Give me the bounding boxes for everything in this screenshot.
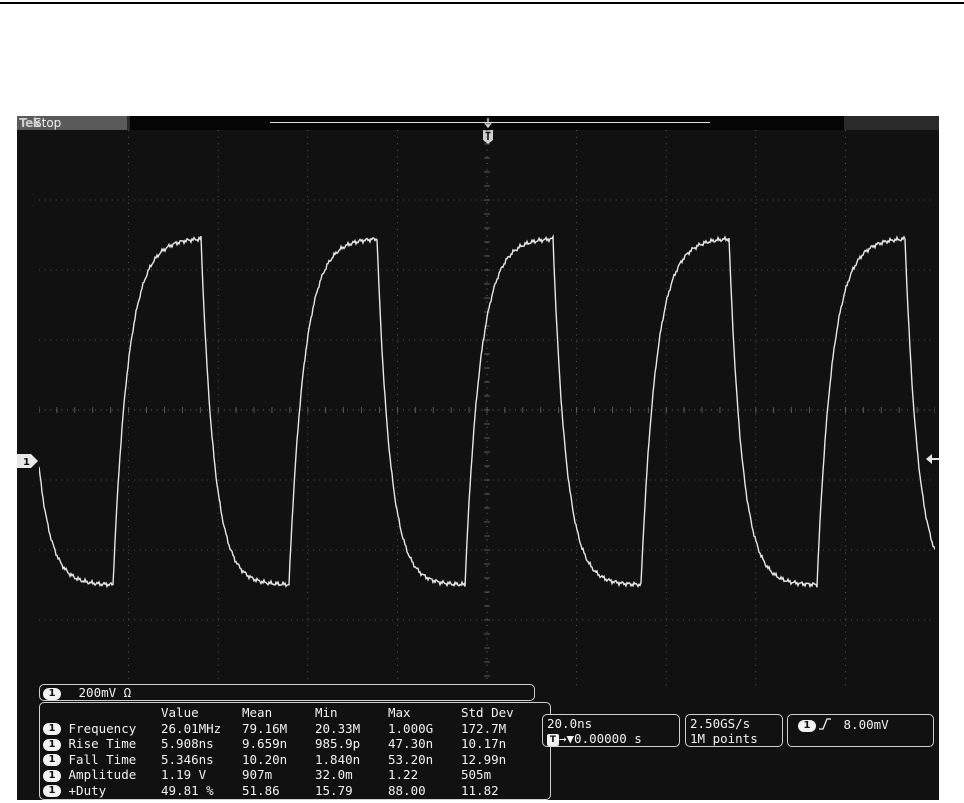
channel-1-badge: 1 <box>43 687 61 700</box>
measurement-label-cell: 1 Rise Time <box>43 736 161 752</box>
measurement-std-dev: 10.17n <box>461 736 507 752</box>
channel-1-badge: 1 <box>43 769 61 782</box>
channel-1-badge: 1 <box>43 738 61 751</box>
measurement-max: 1.000G <box>388 720 434 736</box>
header-max: Max <box>388 705 411 721</box>
horizontal-scale: 20.0ns <box>547 716 593 731</box>
measurement-name: Fall Time <box>68 751 137 767</box>
measurement-value: 5.346ns <box>161 751 214 767</box>
measurements-panel[interactable]: Value Mean Min Max Std Dev 1 Frequency 2… <box>39 702 551 800</box>
record-length: 1M points <box>690 731 758 746</box>
measurement-mean: 51.86 <box>242 782 280 798</box>
measurement-name: +Duty <box>68 782 107 798</box>
status-bar: Stop Tek <box>17 116 939 130</box>
header-mean: Mean <box>242 705 273 721</box>
measurement-min: 32.0m <box>315 767 353 783</box>
waveform-graticule <box>39 130 935 690</box>
measurement-mean: 907m <box>242 767 273 783</box>
trigger-readout[interactable]: 1 8.00mV <box>787 714 934 747</box>
horizontal-delay: →▼0.00000 s <box>559 731 642 746</box>
measurement-max: 1.22 <box>388 767 419 783</box>
graticule-grid <box>39 130 935 690</box>
measurement-label-cell: 1 Frequency <box>43 721 161 737</box>
page-top-rule <box>0 2 964 4</box>
svg-text:1: 1 <box>23 457 30 468</box>
measurement-row-positive-duty[interactable]: 1 +Duty 49.81 % 51.86 15.79 88.00 11.82 <box>43 783 533 799</box>
measurement-row-amplitude[interactable]: 1 Amplitude 1.19 V 907m 32.0m 1.22 505m <box>43 767 533 783</box>
trigger-level: 8.00mV <box>843 717 889 732</box>
measurement-value: 1.19 V <box>161 767 207 783</box>
acquisition-readout[interactable]: 2.50GS/s 1M points <box>685 714 783 747</box>
channel-1-ground-marker-icon[interactable]: 1 <box>17 454 39 468</box>
measurement-value: 5.908ns <box>161 736 214 752</box>
channel-1-scale-readout[interactable]: 1 200mV Ω <box>39 684 535 701</box>
measurement-value: 49.81 % <box>161 782 214 798</box>
measurement-max: 47.30n <box>388 736 434 752</box>
measurement-row-fall-time[interactable]: 1 Fall Time 5.346ns 10.20n 1.840n 53.20n… <box>43 752 533 768</box>
oscilloscope-screen: Stop Tek 1 1 200mV Ω Value Mean Min Max … <box>17 116 939 800</box>
trigger-t-icon: T <box>547 733 559 746</box>
horizontal-delay-row: T →▼0.00000 s <box>547 731 679 746</box>
header-min: Min <box>315 705 338 721</box>
sample-rate: 2.50GS/s <box>690 716 751 731</box>
header-blank <box>43 705 161 721</box>
channel-1-badge: 1 <box>43 754 61 767</box>
measurement-std-dev: 11.82 <box>461 782 499 798</box>
measurement-min: 1.840n <box>315 751 361 767</box>
measurement-label-cell: 1 Amplitude <box>43 767 161 783</box>
measurement-value: 26.01MHz <box>161 720 222 736</box>
measurement-label-cell: 1 Fall Time <box>43 752 161 768</box>
measurement-std-dev: 172.7M <box>461 720 507 736</box>
measurement-std-dev: 12.99n <box>461 751 507 767</box>
horizontal-readout[interactable]: 20.0ns T →▼0.00000 s <box>542 714 680 747</box>
channel-1-badge: 1 <box>43 723 61 736</box>
measurement-min: 15.79 <box>315 782 353 798</box>
measurement-min: 985.9p <box>315 736 361 752</box>
measurement-row-frequency[interactable]: 1 Frequency 26.01MHz 79.16M 20.33M 1.000… <box>43 721 533 737</box>
header-value: Value <box>161 705 199 721</box>
measurement-max: 53.20n <box>388 751 434 767</box>
rising-edge-icon <box>819 718 831 730</box>
measurement-max: 88.00 <box>388 782 426 798</box>
measurement-name: Rise Time <box>68 736 137 752</box>
measurements-header-row: Value Mean Min Max Std Dev <box>43 705 533 721</box>
header-std-dev: Std Dev <box>461 705 514 721</box>
channel-1-badge: 1 <box>43 785 61 798</box>
measurement-mean: 79.16M <box>242 720 288 736</box>
vertical-scale-value: 200mV Ω <box>78 685 132 700</box>
measurement-row-rise-time[interactable]: 1 Rise Time 5.908ns 9.659n 985.9p 47.30n… <box>43 736 533 752</box>
measurement-label-cell: 1 +Duty <box>43 783 161 799</box>
measurement-name: Frequency <box>68 720 137 736</box>
measurements-table: Value Mean Min Max Std Dev 1 Frequency 2… <box>43 705 533 798</box>
trigger-source-badge: 1 <box>798 720 816 732</box>
measurement-name: Amplitude <box>68 767 137 783</box>
measurement-mean: 10.20n <box>242 751 288 767</box>
measurement-mean: 9.659n <box>242 736 288 752</box>
measurement-min: 20.33M <box>315 720 361 736</box>
tek-logo: Tek <box>19 116 41 130</box>
measurement-std-dev: 505m <box>461 767 492 783</box>
